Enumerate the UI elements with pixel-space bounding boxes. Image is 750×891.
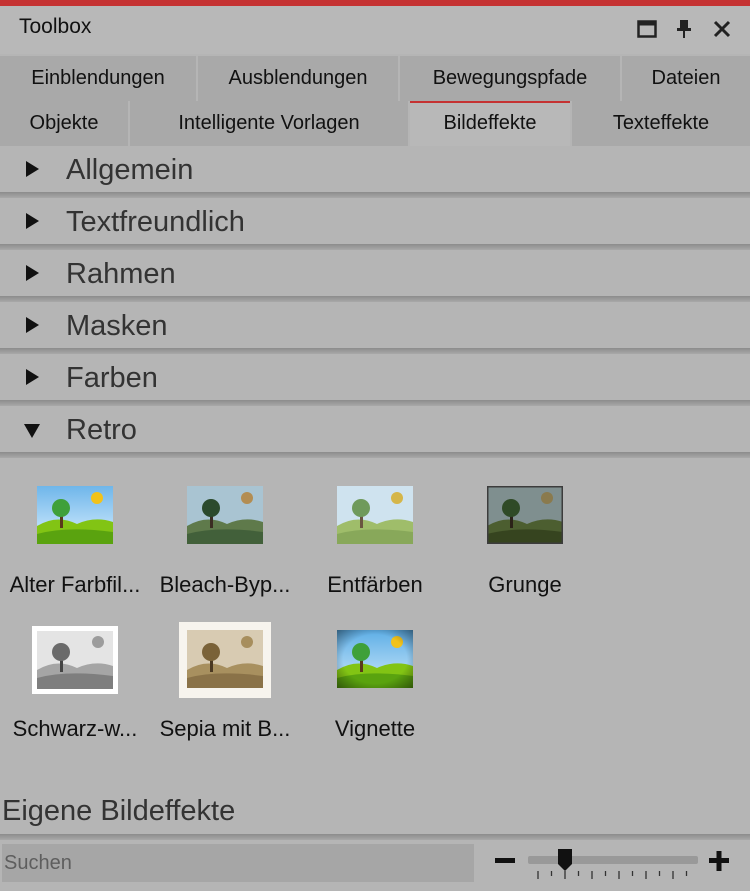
slider-thumb[interactable] xyxy=(557,848,573,872)
section-label: Textfreundlich xyxy=(66,206,245,238)
landscape-thumbnail-icon xyxy=(179,622,271,698)
slider-ticks xyxy=(537,871,688,879)
tab-bar: Einblendungen Ausblendungen Bewegungspfa… xyxy=(0,54,750,146)
tab-texteffekte[interactable]: Texteffekte xyxy=(572,101,750,146)
title-bar: Toolbox xyxy=(0,6,750,54)
expand-arrow-icon xyxy=(26,317,39,333)
section-label: Retro xyxy=(66,414,137,446)
tab-bewegungspfade[interactable]: Bewegungspfade xyxy=(400,56,622,101)
tab-bildeffekte[interactable]: Bildeffekte xyxy=(410,101,572,146)
expand-arrow-icon xyxy=(26,161,39,177)
search-input[interactable] xyxy=(2,844,474,882)
tab-objekte[interactable]: Objekte xyxy=(0,101,130,146)
landscape-thumbnail-icon xyxy=(487,486,563,544)
effect-entfaerben[interactable]: Entfärben xyxy=(300,478,450,608)
effect-sepia[interactable]: Sepia mit B... xyxy=(150,620,300,750)
zoom-out-icon[interactable] xyxy=(494,850,516,872)
collapse-arrow-icon xyxy=(24,424,40,438)
section-divider xyxy=(0,834,750,840)
expand-arrow-icon xyxy=(26,213,39,229)
section-retro[interactable]: Retro xyxy=(0,406,750,458)
tab-einblendungen[interactable]: Einblendungen xyxy=(0,56,198,101)
own-effects-title: Eigene Bildeffekte xyxy=(2,795,236,827)
zoom-slider[interactable] xyxy=(528,846,698,886)
section-label: Allgemein xyxy=(66,154,194,186)
section-masken[interactable]: Masken xyxy=(0,302,750,354)
window-title: Toolbox xyxy=(19,15,92,38)
effect-vignette[interactable]: Vignette xyxy=(300,620,450,750)
expand-arrow-icon xyxy=(26,369,39,385)
section-textfreundlich[interactable]: Textfreundlich xyxy=(0,198,750,250)
tab-intelligente-vorlagen[interactable]: Intelligente Vorlagen xyxy=(130,101,410,146)
section-rahmen[interactable]: Rahmen xyxy=(0,250,750,302)
slider-track xyxy=(528,856,698,864)
pin-icon[interactable] xyxy=(673,18,695,40)
tab-dateien[interactable]: Dateien xyxy=(622,56,750,101)
section-label: Farben xyxy=(66,362,158,394)
effect-bleach-bypass[interactable]: Bleach-Byp... xyxy=(150,478,300,608)
landscape-thumbnail-icon xyxy=(37,486,113,544)
effect-alter-farbfilm[interactable]: Alter Farbfil... xyxy=(0,478,150,608)
landscape-thumbnail-icon xyxy=(187,486,263,544)
section-label: Masken xyxy=(66,310,168,342)
section-allgemein[interactable]: Allgemein xyxy=(0,146,750,198)
section-farben[interactable]: Farben xyxy=(0,354,750,406)
landscape-thumbnail-icon xyxy=(32,626,118,694)
close-icon[interactable] xyxy=(711,18,733,40)
tab-ausblendungen[interactable]: Ausblendungen xyxy=(198,56,400,101)
section-divider xyxy=(0,452,750,458)
section-label: Rahmen xyxy=(66,258,176,290)
effect-grunge[interactable]: Grunge xyxy=(450,478,600,608)
maximize-icon[interactable] xyxy=(636,18,658,40)
expand-arrow-icon xyxy=(26,265,39,281)
landscape-thumbnail-icon xyxy=(337,486,413,544)
landscape-thumbnail-icon xyxy=(337,630,413,688)
zoom-in-icon[interactable] xyxy=(708,850,730,872)
effect-schwarz-weiss[interactable]: Schwarz-w... xyxy=(0,620,150,750)
